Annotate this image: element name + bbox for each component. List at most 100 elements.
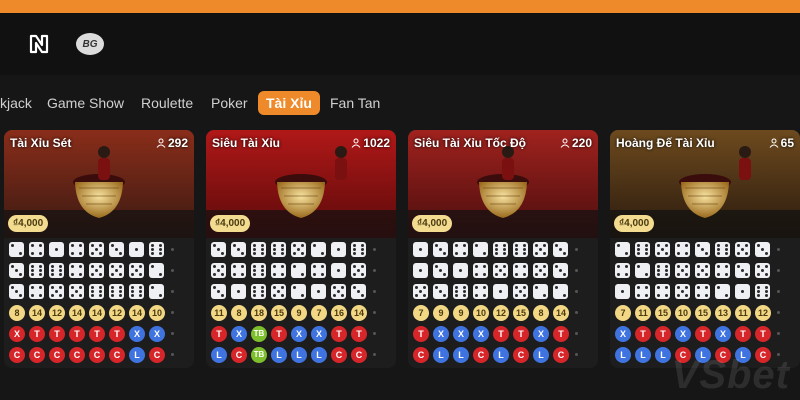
die-face-icon (129, 283, 144, 299)
die-face-icon (49, 241, 64, 257)
parity-row: CCCCCCLC (8, 345, 190, 364)
tab-game-show[interactable]: Game Show (47, 91, 124, 115)
table-title: Tài Xỉu Sét (10, 136, 72, 150)
min-bet-badge: ₫4,000 (8, 215, 49, 232)
total-ball: 7 (311, 304, 327, 321)
parity-ball: C (9, 346, 25, 363)
tab-blackjack[interactable]: kjack (0, 91, 32, 115)
parity-ball: L (453, 346, 469, 363)
dice-row (210, 240, 392, 259)
die-face-icon (413, 241, 428, 257)
die-face-icon (735, 283, 750, 299)
total-ball: 9 (453, 304, 469, 321)
total-ball: 14 (553, 304, 569, 321)
player-count-value: 220 (571, 136, 592, 150)
game-table-card[interactable]: Hoàng Đế Tài Xỉu 65 ₫4,000 7 11 15 10 15 13 11 12 X… (610, 130, 800, 368)
die-face-icon (655, 241, 670, 257)
outcome-ball: X (675, 325, 691, 342)
parity-ball: L (129, 346, 145, 363)
die-face-icon (291, 283, 306, 299)
die-face-icon (615, 241, 630, 257)
die-face-icon (655, 283, 670, 299)
die-face-icon (715, 262, 730, 278)
outcome-ball: T (351, 325, 367, 342)
die-face-icon (453, 241, 468, 257)
die-face-icon (231, 241, 246, 257)
die-face-icon (615, 262, 630, 278)
outcome-row: TXXXTTXT (412, 324, 594, 343)
total-ball: 8 (533, 304, 549, 321)
die-face-icon (433, 283, 448, 299)
outcome-row: XTTXTXTT (614, 324, 796, 343)
table-title: Siêu Tài Xỉu (212, 136, 281, 150)
parity-ball: C (351, 346, 367, 363)
die-face-icon (69, 241, 84, 257)
user-icon (560, 138, 570, 148)
total-ball: 12 (49, 304, 65, 321)
outcome-ball: X (291, 325, 307, 342)
die-face-icon (513, 241, 528, 257)
total-ball: 7 (615, 304, 631, 321)
brand-n-logo-icon[interactable] (28, 33, 50, 55)
die-face-icon (473, 241, 488, 257)
die-face-icon (109, 262, 124, 278)
total-ball: 18 (251, 304, 267, 321)
die-face-icon (695, 262, 710, 278)
die-face-icon (473, 262, 488, 278)
dice-row (614, 240, 796, 259)
die-face-icon (695, 241, 710, 257)
outcome-ball: X (433, 325, 449, 342)
game-table-card[interactable]: Siêu Tài Xỉu Tốc Độ 220 ₫4,000 7 9 9 10 12 15 8 14… (408, 130, 598, 368)
parity-ball: L (433, 346, 449, 363)
die-face-icon (49, 283, 64, 299)
total-ball: 8 (231, 304, 247, 321)
outcome-ball: X (715, 325, 731, 342)
die-face-icon (351, 262, 366, 278)
total-ball: 14 (89, 304, 105, 321)
total-ball: 12 (493, 304, 509, 321)
outcome-ball: T (109, 325, 125, 342)
outcome-ball: T (29, 325, 45, 342)
die-face-icon (149, 283, 164, 299)
tab-poker[interactable]: Poker (211, 91, 248, 115)
parity-ball: C (89, 346, 105, 363)
die-face-icon (493, 262, 508, 278)
die-face-icon (9, 283, 24, 299)
die-face-icon (473, 283, 488, 299)
die-face-icon (413, 262, 428, 278)
game-table-card[interactable]: Tài Xỉu Sét 292 ₫4,000 8 14 12 14 14 12 14 10 X T T T T… (4, 130, 194, 368)
tab-tai-xiu[interactable]: Tài Xỉu (258, 91, 320, 115)
die-face-icon (271, 262, 286, 278)
die-face-icon (513, 283, 528, 299)
results-roadmap: 7 11 15 10 15 13 11 12 X T T X T X T T L L L C L C L C (614, 240, 796, 366)
outcome-ball: X (231, 325, 247, 342)
die-face-icon (735, 241, 750, 257)
die-face-icon (635, 262, 650, 278)
outcome-row: T X TB T X X T T (210, 324, 392, 343)
die-face-icon (533, 283, 548, 299)
total-ball: 11 (635, 304, 651, 321)
tab-roulette[interactable]: Roulette (141, 91, 193, 115)
die-face-icon (29, 262, 44, 278)
dice-row (8, 261, 190, 280)
die-face-icon (493, 241, 508, 257)
outcome-ball: T (89, 325, 105, 342)
die-face-icon (129, 241, 144, 257)
die-face-icon (251, 241, 266, 257)
table-title: Siêu Tài Xỉu Tốc Độ (414, 136, 527, 150)
tab-fan-tan[interactable]: Fan Tan (330, 91, 380, 115)
die-face-icon (109, 283, 124, 299)
parity-ball: TB (251, 346, 267, 363)
total-ball: 11 (735, 304, 751, 321)
die-face-icon (89, 262, 104, 278)
total-ball: 15 (271, 304, 287, 321)
total-ball: 12 (109, 304, 125, 321)
parity-ball: L (635, 346, 651, 363)
totals-row: 11 8 18 15 9 7 16 14 (210, 303, 392, 322)
game-table-card[interactable]: Siêu Tài Xỉu 1022 ₫4,000 11 8 18 15 9 7 16 14 T X TB T… (206, 130, 396, 368)
die-face-icon (635, 283, 650, 299)
die-face-icon (331, 241, 346, 257)
bg-provider-logo-icon[interactable]: BG (76, 33, 104, 55)
outcome-ball: X (149, 325, 165, 342)
die-face-icon (149, 262, 164, 278)
